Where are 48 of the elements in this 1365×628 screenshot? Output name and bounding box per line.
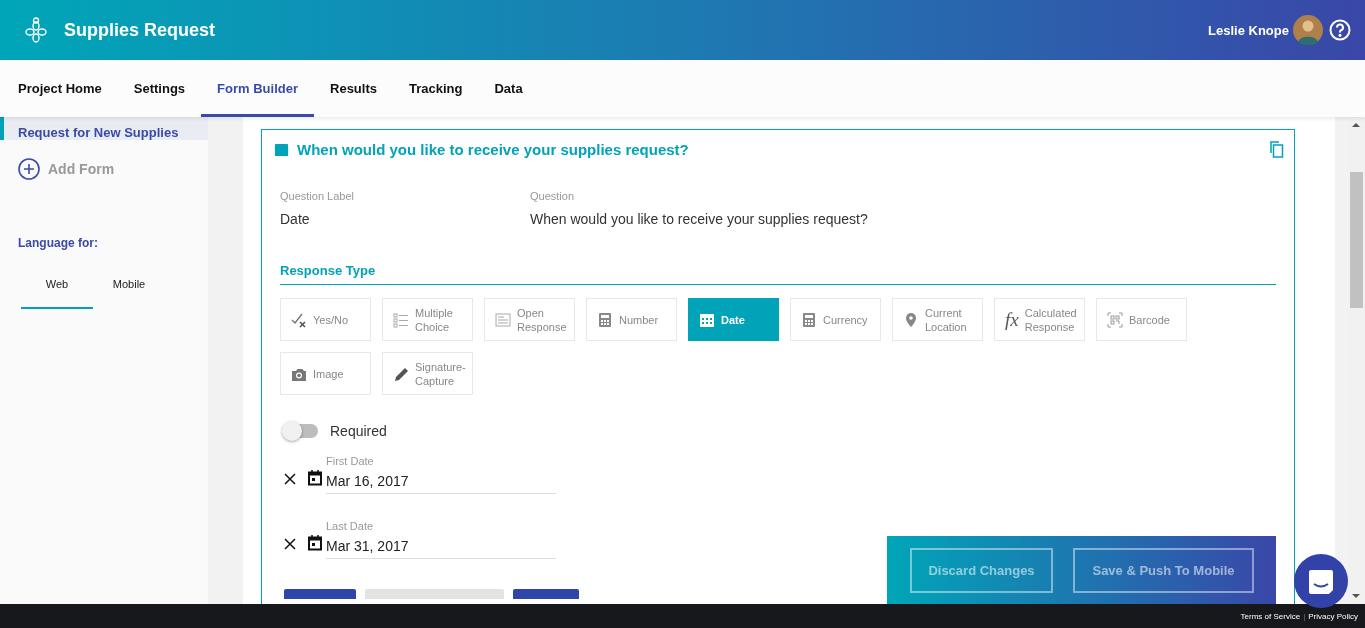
list-icon — [393, 311, 409, 328]
section-heading: Response Type — [280, 263, 1276, 285]
date-field[interactable]: First Date Mar 16, 2017 — [326, 455, 556, 494]
check-cross-icon — [291, 311, 307, 328]
required-toggle[interactable] — [284, 424, 318, 438]
calculator-icon — [801, 311, 817, 328]
pin-icon — [903, 311, 919, 328]
response-type-option[interactable]: Image — [280, 352, 371, 395]
response-type-option[interactable]: Number — [586, 298, 677, 341]
avatar[interactable] — [1293, 15, 1323, 45]
text-box-icon — [495, 311, 511, 328]
question-title: When would you like to receive your supplies request? — [297, 140, 690, 158]
calculator-icon — [597, 311, 613, 328]
add-icon[interactable] — [18, 158, 40, 180]
response-type-option[interactable]: Multiple Choice — [382, 298, 473, 341]
field-label: Question Label — [280, 190, 355, 202]
app-title: Supplies Request — [64, 19, 217, 41]
toggle-label: Required — [330, 423, 387, 439]
question-text: When would you like to receive your supplies request? — [530, 211, 869, 227]
language-tab[interactable]: Web — [21, 278, 93, 309]
nav-tab[interactable]: Project Home — [2, 60, 118, 117]
qr-code-icon — [1107, 311, 1123, 328]
response-type-option[interactable]: Currency — [790, 298, 881, 341]
pencil-icon — [393, 365, 409, 382]
footer-link[interactable]: Terms of Service — [1240, 611, 1301, 621]
form-list-item[interactable]: Request for New Supplies — [0, 117, 208, 140]
response-type-option[interactable]: Current Location — [892, 298, 983, 341]
field-label: Question — [530, 190, 576, 202]
help-icon[interactable] — [1329, 19, 1351, 41]
separator: | — [1303, 611, 1306, 621]
date-field[interactable]: Last Date Mar 31, 2017 — [326, 520, 556, 559]
response-type-option[interactable]: Signature-Capture — [382, 352, 473, 395]
response-type-option[interactable]: Open Response — [484, 298, 575, 341]
user-name[interactable]: Leslie Knope — [1208, 22, 1289, 38]
response-type-option[interactable]: Yes/No — [280, 298, 371, 341]
footer-link[interactable]: Privacy Policy — [1308, 611, 1358, 621]
nav-tab[interactable]: Settings — [117, 60, 202, 117]
language-tab[interactable]: Mobile — [93, 278, 165, 309]
close-icon[interactable] — [284, 473, 296, 485]
copy-icon[interactable] — [1268, 140, 1284, 158]
nav-tab[interactable]: Data — [478, 60, 539, 117]
nav-tab[interactable]: Tracking — [393, 60, 479, 117]
close-icon[interactable] — [284, 538, 296, 550]
language-heading: Language for: — [18, 236, 99, 250]
question-label-value: Date — [280, 211, 311, 227]
response-type-option[interactable]: Barcode — [1096, 298, 1187, 341]
nav-tab[interactable]: Results — [314, 60, 393, 117]
logo-icon — [24, 17, 48, 43]
